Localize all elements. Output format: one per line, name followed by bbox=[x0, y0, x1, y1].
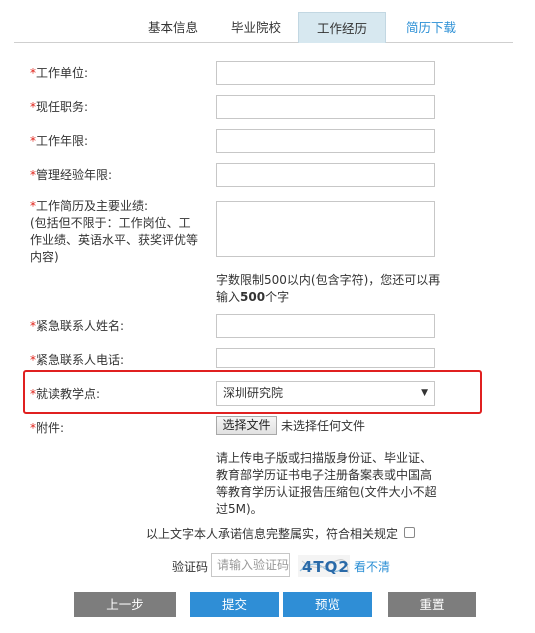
tab-resume-download[interactable]: 简历下载 bbox=[390, 12, 472, 43]
reset-button[interactable]: 重置 bbox=[388, 592, 476, 617]
work-unit-input[interactable] bbox=[216, 61, 435, 85]
char-limit-count: 500 bbox=[240, 290, 266, 304]
emergency-phone-label-text: 紧急联系人电话: bbox=[36, 353, 125, 367]
position-label-text: 现任职务: bbox=[36, 100, 89, 114]
dropdown-arrow-icon: ▼ bbox=[421, 388, 428, 398]
submit-button[interactable]: 提交 bbox=[190, 592, 279, 617]
attachment-note: 请上传电子版或扫描版身份证、毕业证、 教育部学历证书电子注册备案表或中国高 等教… bbox=[216, 450, 456, 518]
tab-graduate-school[interactable]: 毕业院校 bbox=[214, 12, 298, 43]
resume-label-line: 作业绩、英语水平、获奖评优等 bbox=[30, 233, 199, 247]
preview-button[interactable]: 预览 bbox=[283, 592, 372, 617]
resume-textarea[interactable] bbox=[216, 201, 435, 257]
attachment-note-line: 过5M)。 bbox=[216, 502, 263, 516]
study-site-label-text: 就读教学点: bbox=[36, 387, 101, 401]
study-site-label: *就读教学点: bbox=[30, 386, 100, 403]
promise-text: 以上文字本人承诺信息完整属实，符合相关规定 bbox=[146, 527, 399, 541]
position-input[interactable] bbox=[216, 95, 435, 119]
tab-work-experience[interactable]: 工作经历 bbox=[298, 12, 386, 43]
mgmt-years-label-text: 管理经验年限: bbox=[36, 168, 113, 182]
char-limit-hint: 字数限制500以内(包含字符)，您还可以再 输入500个字 bbox=[216, 272, 446, 306]
mgmt-years-label: *管理经验年限: bbox=[30, 167, 112, 184]
position-label: *现任职务: bbox=[30, 99, 88, 116]
emergency-phone-label: *紧急联系人电话: bbox=[30, 352, 124, 369]
resume-label-line: (包括但不限于：工作岗位、工 bbox=[30, 216, 191, 230]
choose-file-button[interactable]: 选择文件 bbox=[216, 416, 277, 435]
resume-label: *工作简历及主要业绩: (包括但不限于：工作岗位、工 作业绩、英语水平、获奖评优… bbox=[30, 198, 210, 266]
prev-button[interactable]: 上一步 bbox=[74, 592, 176, 617]
refresh-captcha-link[interactable]: 看不清 bbox=[354, 558, 390, 575]
char-limit-prefix: 输入 bbox=[216, 290, 241, 304]
resume-label-line: 工作简历及主要业绩: bbox=[36, 199, 149, 213]
attachment-note-line: 等教育学历认证报告压缩包(文件大小不超 bbox=[216, 485, 437, 499]
study-site-select[interactable]: 深圳研究院 ▼ bbox=[216, 381, 435, 406]
emergency-name-input[interactable] bbox=[216, 314, 435, 338]
attachment-label-text: 附件: bbox=[36, 421, 65, 435]
captcha-label: 验证码 bbox=[172, 560, 209, 574]
work-unit-label-text: 工作单位: bbox=[36, 66, 89, 80]
char-limit-line: 字数限制500以内(包含字符)，您还可以再 bbox=[216, 273, 441, 287]
promise-checkbox[interactable] bbox=[404, 527, 415, 538]
file-status: 未选择任何文件 bbox=[281, 419, 366, 433]
years-input[interactable] bbox=[216, 129, 435, 153]
work-unit-label: *工作单位: bbox=[30, 65, 88, 82]
years-label: *工作年限: bbox=[30, 133, 88, 150]
resume-label-line: 内容) bbox=[30, 250, 59, 264]
attachment-note-line: 教育部学历证书电子注册备案表或中国高 bbox=[216, 468, 433, 482]
captcha-input[interactable]: 请输入验证码 bbox=[211, 553, 290, 577]
attachment-note-line: 请上传电子版或扫描版身份证、毕业证、 bbox=[216, 451, 433, 465]
captcha-image[interactable]: 4TQ2 bbox=[298, 555, 350, 577]
char-limit-suffix: 个字 bbox=[265, 290, 290, 304]
emergency-name-label: *紧急联系人姓名: bbox=[30, 318, 124, 335]
attachment-label: *附件: bbox=[30, 420, 64, 437]
years-label-text: 工作年限: bbox=[36, 134, 89, 148]
captcha-text: 4TQ2 bbox=[302, 558, 350, 576]
emergency-name-label-text: 紧急联系人姓名: bbox=[36, 319, 125, 333]
study-site-value: 深圳研究院 bbox=[223, 386, 284, 400]
tab-bar: 基本信息 毕业院校 工作经历 简历下载 bbox=[14, 12, 513, 43]
tab-basic-info[interactable]: 基本信息 bbox=[132, 12, 214, 43]
mgmt-years-input[interactable] bbox=[216, 163, 435, 187]
emergency-phone-input[interactable] bbox=[216, 348, 435, 368]
